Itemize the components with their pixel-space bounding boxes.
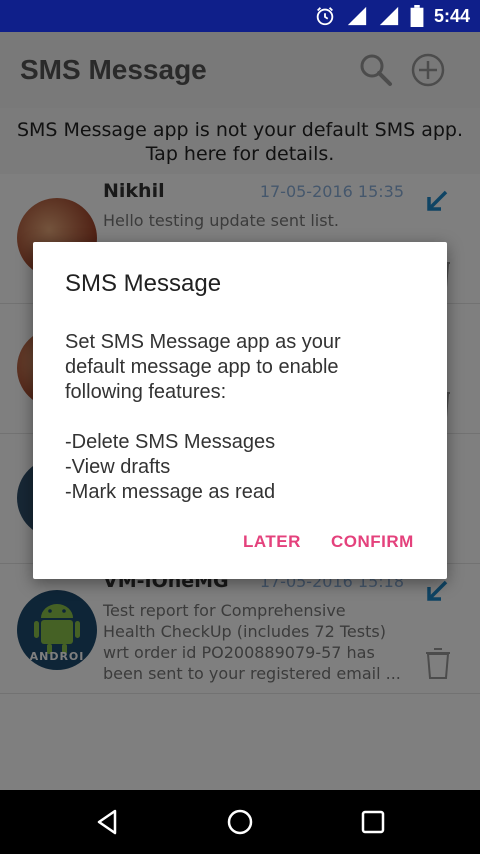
- confirm-button[interactable]: CONFIRM: [331, 532, 414, 552]
- signal-icon: [347, 6, 367, 26]
- dialog-spacer: [65, 405, 425, 430]
- recents-icon[interactable]: [358, 807, 388, 837]
- dialog-message: Set SMS Message app as your default mess…: [65, 330, 425, 505]
- status-bar: 5:44: [0, 0, 480, 32]
- back-icon[interactable]: [93, 807, 123, 837]
- status-time: 5:44: [433, 5, 470, 26]
- navigation-bar: [0, 790, 480, 854]
- signal-icon-2: [379, 6, 399, 26]
- default-app-dialog: SMS Message Set SMS Message app as your …: [33, 242, 447, 579]
- dialog-feature: -View drafts: [65, 456, 171, 478]
- dialog-title: SMS Message: [65, 270, 222, 297]
- later-button[interactable]: LATER: [243, 532, 301, 552]
- dialog-feature: -Mark message as read: [65, 481, 276, 503]
- dialog-feature: -Delete SMS Messages: [65, 431, 276, 453]
- dialog-line: following features:: [65, 381, 227, 403]
- home-icon[interactable]: [225, 807, 255, 837]
- alarm-icon: [316, 7, 334, 26]
- dialog-line: Set SMS Message app as your: [65, 331, 341, 353]
- battery-icon: [410, 5, 424, 27]
- dialog-line: default message app to enable: [65, 356, 339, 378]
